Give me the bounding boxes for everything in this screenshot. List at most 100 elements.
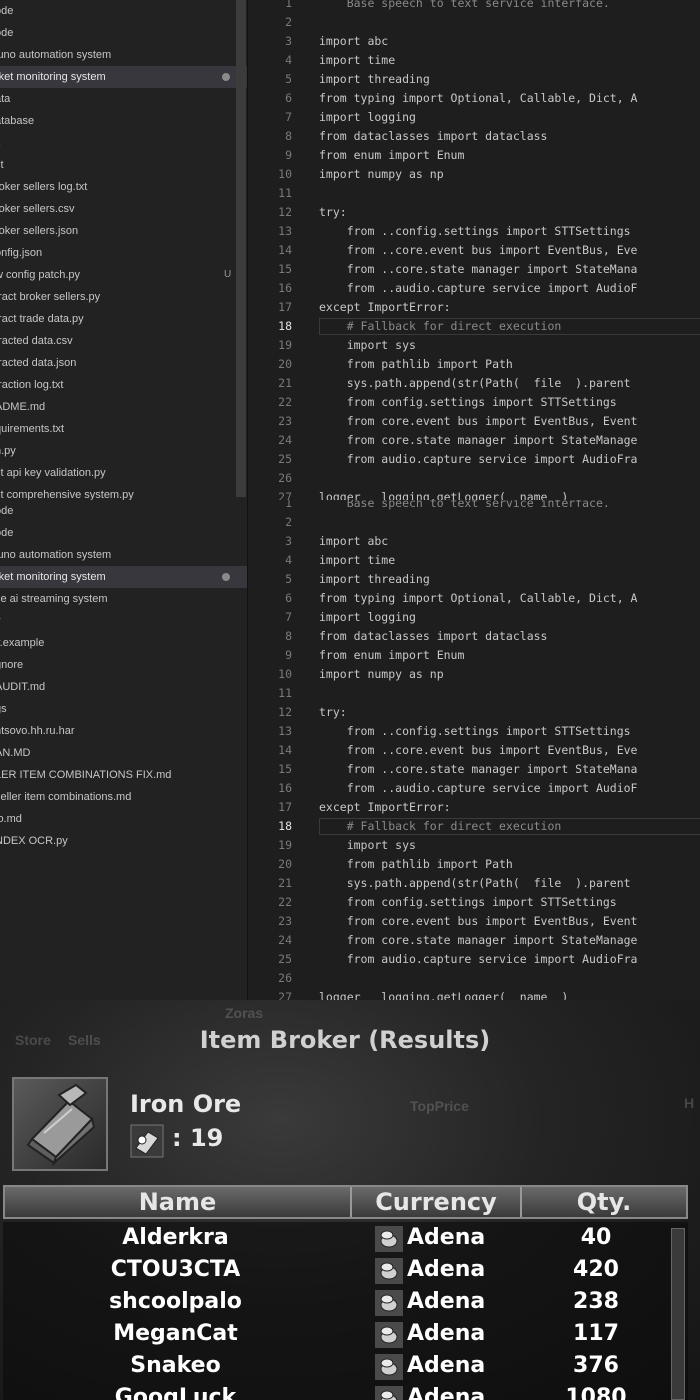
code-line[interactable]: 16 from ..audio.capture service import A… [248, 279, 700, 298]
table-row[interactable]: Alderkra Adena 40 [3, 1222, 673, 1254]
code-line[interactable]: 20 from pathlib import Path [248, 855, 700, 874]
code-line[interactable]: 23 from core.event bus import EventBus, … [248, 412, 700, 431]
code-line[interactable]: 15 from ..core.state manager import Stat… [248, 760, 700, 779]
explorer-item[interactable]: LER ITEM COMBINATIONS FIX.md [0, 764, 247, 786]
code-line[interactable]: 27 logger logging.getLogger( name ) [248, 988, 700, 1000]
code-line[interactable]: 5 import threading [248, 570, 700, 589]
code-line[interactable]: 14 from ..core.event bus import EventBus… [248, 241, 700, 260]
explorer-item[interactable]: ata [0, 88, 247, 110]
explorer-item[interactable]: tracted data.json [0, 352, 247, 374]
code-line[interactable]: 16 from ..audio.capture service import A… [248, 779, 700, 798]
explorer-item[interactable]: gs [0, 698, 247, 720]
explorer-item[interactable]: NDEX OCR.py [0, 830, 247, 852]
explorer-item[interactable]: ADME.md [0, 396, 247, 418]
code-line[interactable]: 5 import threading [248, 70, 700, 89]
code-line[interactable]: 27 logger logging.getLogger( name ) [248, 488, 700, 500]
code-line[interactable]: 14 from ..core.event bus import EventBus… [248, 741, 700, 760]
explorer-scrollbar[interactable] [236, 0, 246, 497]
code-line[interactable]: 11 [248, 684, 700, 703]
code-editor[interactable]: 1 Base speech to text service interface.… [248, 500, 700, 1000]
code-line[interactable]: 4 import time [248, 51, 700, 70]
explorer-item[interactable]: atabase [0, 110, 247, 132]
explorer-item[interactable]: roker sellers.csv [0, 198, 247, 220]
column-header-name[interactable]: Name [5, 1187, 350, 1217]
code-line[interactable]: 2 [248, 513, 700, 532]
explorer-item[interactable]: x [0, 132, 247, 154]
code-line[interactable]: 25 from audio.capture service import Aud… [248, 450, 700, 469]
code-line[interactable]: 17 except ImportError: [248, 798, 700, 817]
code-line[interactable]: 17 except ImportError: [248, 298, 700, 317]
explorer-item[interactable]: lo.md [0, 808, 247, 830]
code-line[interactable]: 10 import numpy as np [248, 665, 700, 684]
code-line[interactable]: 12 try: [248, 703, 700, 722]
explorer-item[interactable]: ntsovo.hh.ru.har [0, 720, 247, 742]
code-line[interactable]: 13 from ..config.settings import STTSett… [248, 722, 700, 741]
explorer-item[interactable]: seller item combinations.md [0, 786, 247, 808]
explorer-item[interactable]: onfig.json [0, 242, 247, 264]
explorer-item[interactable]: ode [0, 522, 247, 544]
code-line[interactable]: 18 # Fallback for direct execution [248, 817, 700, 836]
code-line[interactable]: 4 import time [248, 551, 700, 570]
explorer-item[interactable]: tract trade data.py [0, 308, 247, 330]
code-line[interactable]: 1 Base speech to text service interface. [248, 0, 700, 13]
explorer-item[interactable]: v.example [0, 632, 247, 654]
explorer-item[interactable]: gnore [0, 654, 247, 676]
code-line[interactable]: 9 from enum import Enum [248, 146, 700, 165]
explorer-item[interactable]: AUDIT.md [0, 676, 247, 698]
code-line[interactable]: 19 import sys [248, 336, 700, 355]
explorer-item[interactable]: v [0, 610, 247, 632]
explorer-item[interactable]: tracted data.csv [0, 330, 247, 352]
code-line[interactable]: 21 sys.path.append(str(Path( file ).pare… [248, 374, 700, 393]
table-row[interactable]: shcoolpalo Adena 238 [3, 1286, 673, 1318]
code-line[interactable]: 8 from dataclasses import dataclass [248, 627, 700, 646]
code-line[interactable]: 3 import abc [248, 532, 700, 551]
code-line[interactable]: 24 from core.state manager import StateM… [248, 931, 700, 950]
code-line[interactable]: 19 import sys [248, 836, 700, 855]
code-line[interactable]: 15 from ..core.state manager import Stat… [248, 260, 700, 279]
explorer-item[interactable]: roker sellers log.txt [0, 176, 247, 198]
code-line[interactable]: 22 from config.settings import STTSettin… [248, 393, 700, 412]
code-line[interactable]: 6 from typing import Optional, Callable, … [248, 589, 700, 608]
code-line[interactable]: 3 import abc [248, 32, 700, 51]
code-line[interactable]: 1 Base speech to text service interface. [248, 500, 700, 513]
explorer-item[interactable]: ode [0, 500, 247, 522]
code-line[interactable]: 6 from typing import Optional, Callable, … [248, 89, 700, 108]
code-line[interactable]: 22 from config.settings import STTSettin… [248, 893, 700, 912]
code-line[interactable]: 8 from dataclasses import dataclass [248, 127, 700, 146]
explorer-item[interactable]: roker sellers.json [0, 220, 247, 242]
code-line[interactable]: 23 from core.event bus import EventBus, … [248, 912, 700, 931]
explorer-item[interactable]: st api key validation.py [0, 462, 247, 484]
explorer-item[interactable]: n.py [0, 440, 247, 462]
explorer-item[interactable]: st [0, 154, 247, 176]
code-line[interactable]: 20 from pathlib import Path [248, 355, 700, 374]
explorer-item[interactable]: luno automation system [0, 44, 247, 66]
code-line[interactable]: 11 [248, 184, 700, 203]
table-row[interactable]: GoogLuck Adena 1080 [3, 1382, 673, 1400]
code-line[interactable]: 13 from ..config.settings import STTSett… [248, 222, 700, 241]
table-row[interactable]: CTOU3CTA Adena 420 [3, 1254, 673, 1286]
explorer-item[interactable]: ce ai streaming system [0, 588, 247, 610]
explorer-item[interactable]: ode [0, 22, 247, 44]
results-scrollbar[interactable] [671, 1228, 685, 1400]
explorer-item[interactable]: w config patch.py U [0, 264, 247, 286]
code-line[interactable]: 21 sys.path.append(str(Path( file ).pare… [248, 874, 700, 893]
column-header-currency[interactable]: Currency [352, 1187, 520, 1217]
code-line[interactable]: 7 import logging [248, 108, 700, 127]
code-line[interactable]: 26 [248, 469, 700, 488]
table-row[interactable]: Snakeo Adena 376 [3, 1350, 673, 1382]
code-line[interactable]: 26 [248, 969, 700, 988]
explorer-item[interactable]: tract broker sellers.py [0, 286, 247, 308]
explorer-item[interactable]: traction log.txt [0, 374, 247, 396]
explorer-item[interactable]: st comprehensive system.py [0, 484, 247, 500]
explorer-item[interactable]: quirements.txt [0, 418, 247, 440]
explorer-item[interactable]: ode [0, 0, 247, 22]
column-header-qty[interactable]: Qty. [522, 1187, 686, 1217]
explorer-item[interactable]: AN.MD [0, 742, 247, 764]
code-line[interactable]: 12 try: [248, 203, 700, 222]
code-line[interactable]: 7 import logging [248, 608, 700, 627]
code-line[interactable]: 25 from audio.capture service import Aud… [248, 950, 700, 969]
code-line[interactable]: 10 import numpy as np [248, 165, 700, 184]
code-line[interactable]: 2 [248, 13, 700, 32]
explorer-item[interactable]: luno automation system [0, 544, 247, 566]
code-line[interactable]: 24 from core.state manager import StateM… [248, 431, 700, 450]
